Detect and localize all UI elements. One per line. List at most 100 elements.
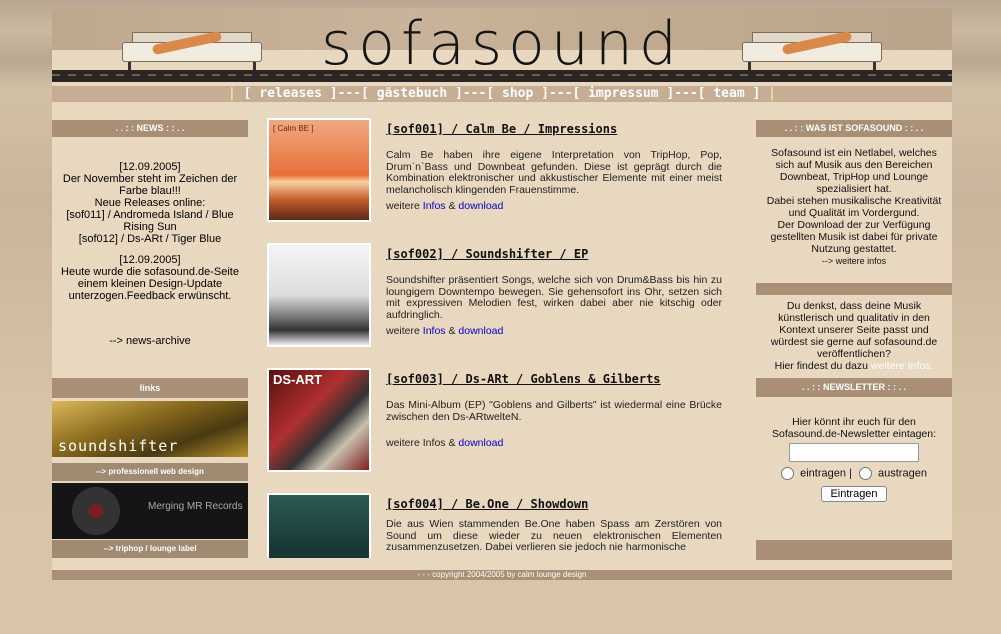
unsubscribe-label: austragen: [878, 467, 927, 480]
release-title[interactable]: [sof004] / Be.One / Showdown: [386, 497, 588, 511]
about-line: Nutzung gestattet.: [811, 243, 897, 255]
news-archive-link[interactable]: --> news-archive: [52, 335, 248, 347]
newsletter-submit-button[interactable]: Eintragen: [821, 486, 887, 502]
submit-line: Kontext unserer Seite passt und: [779, 324, 929, 336]
more-text: weitere Infos: [386, 437, 446, 449]
news-text: [sof012] / Ds-ARt / Tiger Blue: [78, 233, 222, 245]
download-link[interactable]: download: [458, 437, 503, 449]
news-text: unterzogen.Feedback erwünscht.: [68, 290, 232, 302]
newsletter-email-input[interactable]: [789, 443, 919, 462]
about-line: sich auf Musik aus den Bereichen: [775, 159, 933, 171]
more-text: weitere: [386, 200, 420, 212]
links-heading: links: [52, 378, 248, 398]
news-text: Heute wurde die sofasound.de-Seite: [61, 266, 239, 278]
site-logo[interactable]: sofasound: [262, 14, 742, 74]
soundshifter-banner[interactable]: soundshifter: [52, 401, 248, 457]
about-line: und Qualität im Vordergund.: [788, 207, 920, 219]
nav-shop[interactable]: shop: [502, 86, 533, 101]
release-description: Das Mini-Album (EP) "Goblens and Gilbert…: [386, 399, 722, 423]
nav-separator: |: [228, 86, 236, 101]
releases-list: [ Calm BE ] [sof001] / Calm Be / Impress…: [265, 118, 725, 558]
about-line: gestellten Musik ist dabei für private: [770, 231, 938, 243]
submit-line: künstlerisch und qualitativ in den: [778, 312, 930, 324]
banner-text: Merging MR Records: [148, 501, 243, 512]
release-cover[interactable]: [267, 243, 371, 347]
nav-releases[interactable]: releases: [259, 86, 322, 101]
sofa-illustration-right: [742, 26, 882, 70]
nav-impressum[interactable]: impressum: [588, 86, 658, 101]
divider-bar: [756, 540, 952, 560]
left-column: . . : : NEWS : : . . [12.09.2005] Der No…: [52, 120, 248, 558]
news-text: einem kleinen Design-Update: [77, 278, 223, 290]
infos-link[interactable]: Infos: [423, 325, 446, 337]
release-description: Soundshifter präsentiert Songs, welche s…: [386, 274, 722, 321]
release-cover[interactable]: [267, 493, 371, 558]
release-title[interactable]: [sof002] / Soundshifter / EP: [386, 247, 588, 261]
option-separator: |: [849, 467, 852, 480]
release-cover[interactable]: DS-ART: [267, 368, 371, 472]
news-date: [12.09.2005]: [119, 161, 181, 173]
amp: &: [448, 325, 456, 337]
mr-records-banner[interactable]: Merging MR Records: [52, 483, 248, 539]
sofa-illustration-left: [122, 26, 262, 70]
release-description: Calm Be haben ihre eigene Interpretation…: [386, 149, 722, 196]
about-more-link[interactable]: --> weitere infos: [756, 255, 952, 267]
site-header: sofasound: [52, 8, 952, 82]
news-box: [12.09.2005] Der November steht im Zeich…: [52, 137, 248, 373]
subscribe-radio[interactable]: [781, 467, 795, 480]
submit-text: Du denkst, dass deine Musik künstlerisch…: [756, 300, 952, 372]
release-links: weitere Infos & download: [386, 325, 503, 337]
newsletter-line: Sofasound.de-Newsletter eintagen:: [771, 428, 937, 440]
newsletter-options: eintragen | austragen: [756, 467, 952, 480]
news-text: Farbe blau!!!: [119, 185, 181, 197]
news-heading: . . : : NEWS : : . .: [52, 120, 248, 137]
submit-info-link[interactable]: weitere Infos.: [871, 360, 933, 372]
subscribe-label: eintragen: [800, 467, 846, 480]
about-line: Sofasound ist ein Netlabel, welches: [771, 147, 937, 159]
submit-line: veröffentlichen?: [817, 348, 891, 360]
download-link[interactable]: download: [458, 325, 503, 337]
newsletter-line: Hier könnt ihr euch für den: [792, 416, 916, 428]
about-text: Sofasound ist ein Netlabel, welches sich…: [756, 137, 952, 267]
amp: &: [448, 200, 456, 212]
news-text: Der November steht im Zeichen der: [62, 173, 238, 185]
about-heading: . . : : WAS IST SOFASOUND : : . .: [756, 120, 952, 137]
nav-divider: ]---[: [329, 86, 369, 101]
nav-separator: |: [768, 86, 776, 101]
banner-caption-label[interactable]: --> triphop / lounge label: [52, 540, 248, 558]
release-title[interactable]: [sof001] / Calm Be / Impressions: [386, 122, 617, 136]
release-links: weitere Infos & download: [386, 437, 503, 449]
banner-text: soundshifter: [58, 437, 179, 455]
nav-team[interactable]: team: [713, 86, 744, 101]
unsubscribe-radio[interactable]: [858, 467, 872, 480]
newsletter-heading: . . : : NEWSLETTER : : . .: [756, 378, 952, 397]
release-cover[interactable]: [ Calm BE ]: [267, 118, 371, 222]
site-footer: - - - copyright 2004/2005 by calm lounge…: [52, 570, 952, 580]
right-column: . . : : WAS IST SOFASOUND : : . . Sofaso…: [756, 120, 952, 560]
download-link[interactable]: download: [458, 200, 503, 212]
about-line: Dabei stehen musikalische Kreativität: [766, 195, 942, 207]
page: sofasound | [ releases ]---[ gästebuch ]…: [52, 8, 952, 580]
submit-line: Hier findest du dazu: [774, 360, 868, 372]
more-text: weitere: [386, 325, 420, 337]
about-line: spezialisiert hat.: [816, 183, 892, 195]
nav-divider: ]---[: [455, 86, 495, 101]
infos-link[interactable]: Infos: [423, 200, 446, 212]
about-line: Der Download der zur Verfügung: [777, 219, 931, 231]
cover-label: DS-ART: [273, 372, 323, 387]
record-icon: [72, 487, 120, 535]
submit-line: würdest sie gerne auf sofasound.de: [770, 336, 938, 348]
divider-bar: [756, 283, 952, 295]
newsletter-box: Hier könnt ihr euch für den Sofasound.de…: [756, 416, 952, 502]
news-text: [sof011] / Andromeda Island / Blue: [66, 209, 234, 221]
cover-label: [ Calm BE ]: [273, 124, 314, 133]
release-links: weitere Infos & download: [386, 200, 503, 212]
nav-guestbook[interactable]: gästebuch: [377, 86, 447, 101]
banner-caption-webdesign[interactable]: --> professionell web design: [52, 463, 248, 481]
news-text: Rising Sun: [123, 221, 177, 233]
release-description: Die aus Wien stammenden Be.One haben Spa…: [386, 518, 722, 553]
submit-line: Du denkst, dass deine Musik: [786, 300, 922, 312]
news-text: Neue Releases online:: [94, 197, 206, 209]
about-line: Downbeat, TripHop und Lounge: [779, 171, 929, 183]
release-title[interactable]: [sof003] / Ds-ARt / Goblens & Gilberts: [386, 372, 661, 386]
